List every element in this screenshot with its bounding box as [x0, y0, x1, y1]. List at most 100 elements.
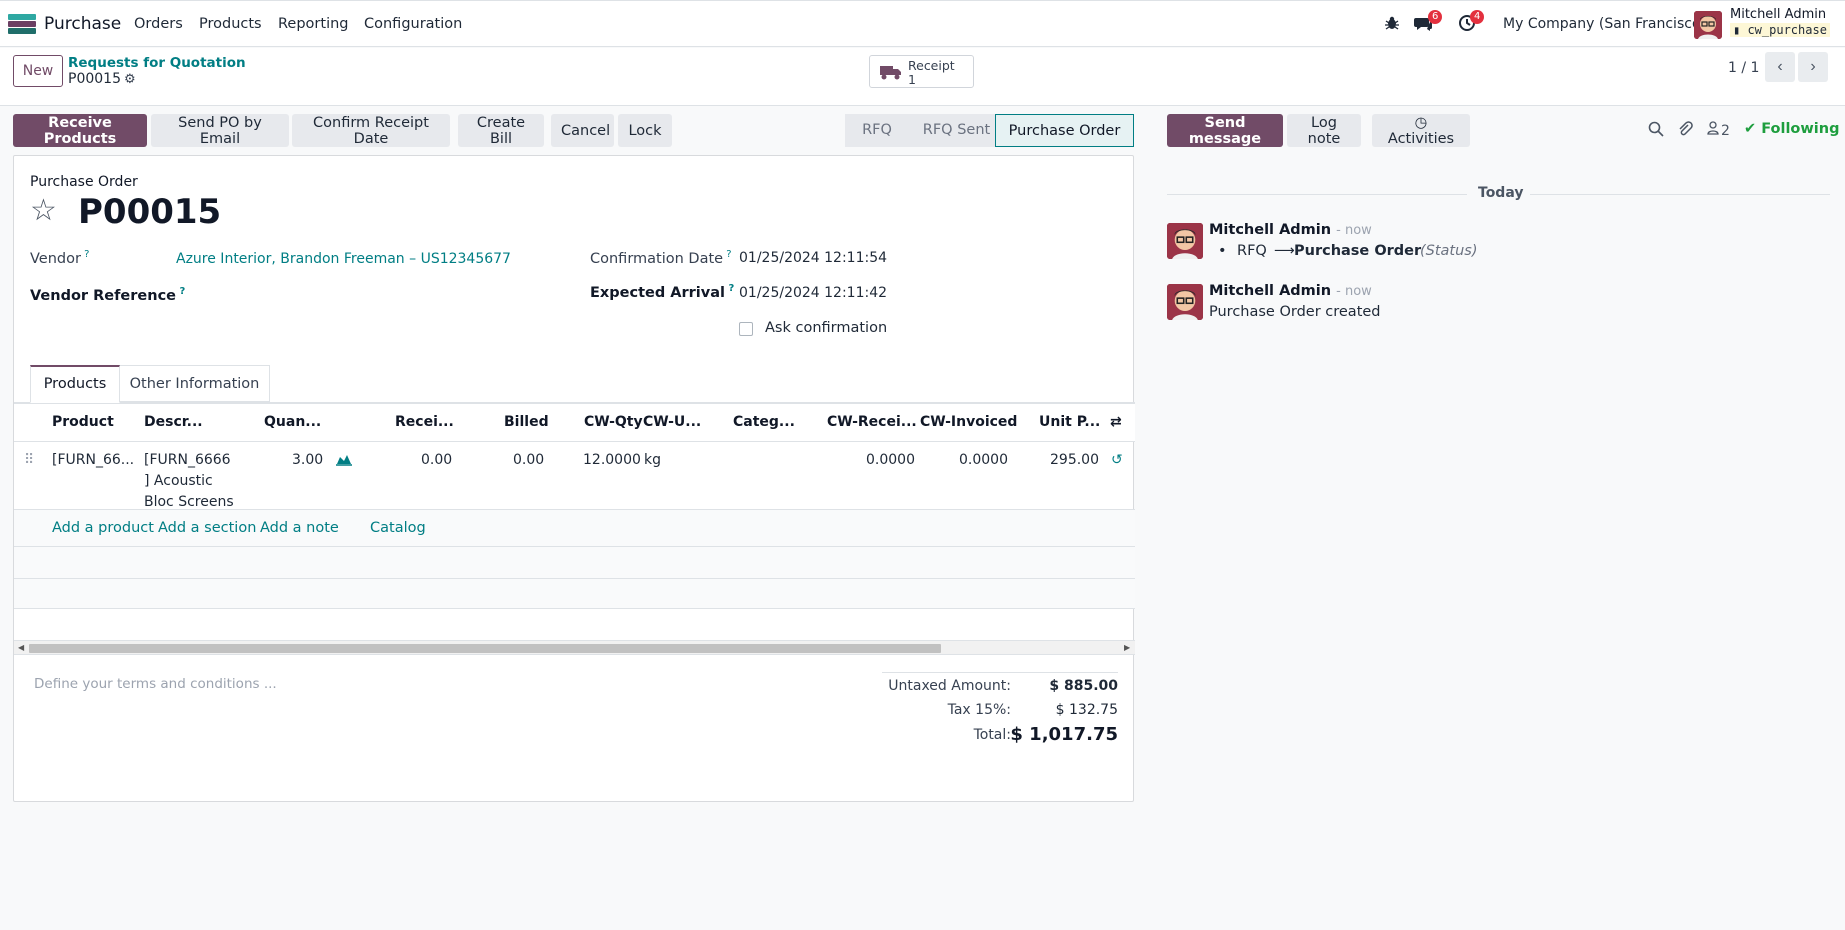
help-icon[interactable]: ? [176, 286, 185, 297]
cancel-button[interactable]: Cancel [551, 114, 614, 147]
tab-products[interactable]: Products [30, 365, 120, 403]
top-navbar: Purchase Orders Products Reporting Confi… [0, 0, 1845, 47]
cell-cw-qty[interactable]: 12.0000 [583, 452, 641, 468]
lock-button[interactable]: Lock [618, 114, 672, 147]
send-po-email-button[interactable]: Send PO by Email [151, 114, 289, 147]
col-product[interactable]: Product [52, 414, 114, 430]
terms-conditions-field[interactable]: Define your terms and conditions ... [34, 676, 277, 692]
cell-unit-price[interactable]: 295.00 [1050, 452, 1099, 468]
record-type-label: Purchase Order [30, 174, 138, 190]
stage-purchase-order[interactable]: Purchase Order [995, 114, 1134, 147]
col-cw-qty[interactable]: CW-Qty [584, 414, 643, 430]
col-description[interactable]: Descr... [144, 414, 203, 430]
pager-next-button[interactable]: › [1798, 52, 1828, 82]
optional-columns-icon[interactable]: ⇄ [1110, 414, 1122, 430]
log-note-button[interactable]: Log note [1287, 114, 1361, 147]
scroll-right-icon[interactable]: ▶ [1124, 643, 1130, 652]
empty-row [14, 547, 1135, 579]
stage-rfq[interactable]: RFQ [845, 114, 909, 147]
catalog-link[interactable]: Catalog [370, 520, 426, 536]
cell-description-line1[interactable]: [FURN_6666 [144, 452, 231, 468]
app-logo-icon[interactable] [8, 14, 36, 34]
menu-products[interactable]: Products [199, 16, 262, 32]
tax-label: Tax 15%: [947, 702, 1011, 718]
col-quantity[interactable]: Quan... [264, 414, 321, 430]
user-name[interactable]: Mitchell Admin [1730, 7, 1826, 22]
avatar[interactable] [1167, 223, 1203, 259]
tracking-old-value: RFQ [1237, 243, 1267, 259]
activities-clock-icon[interactable]: 4 [1458, 10, 1485, 36]
table-row[interactable]: ⠿ [FURN_66... [FURN_6666 ] Acoustic Bloc… [14, 442, 1135, 510]
pager-value[interactable]: 1 / 1 [1728, 60, 1759, 76]
debug-bug-icon[interactable] [1384, 15, 1400, 31]
control-panel: New Requests for Quotation P00015 ⚙ Rece… [0, 48, 1845, 106]
gear-icon[interactable]: ⚙ [124, 72, 136, 87]
scroll-left-icon[interactable]: ◀ [18, 643, 24, 652]
create-bill-button[interactable]: Create Bill [458, 114, 544, 147]
following-button[interactable]: ✔ Following [1744, 121, 1839, 137]
help-icon[interactable]: ? [725, 283, 734, 294]
star-icon[interactable]: ☆ [30, 196, 57, 226]
message-author[interactable]: Mitchell Admin - now [1209, 222, 1372, 238]
forecast-chart-icon[interactable] [336, 452, 352, 470]
cell-description-line2[interactable]: ] Acoustic [144, 473, 213, 489]
col-category[interactable]: Categ... [733, 414, 795, 430]
avatar[interactable] [1167, 284, 1203, 320]
company-switcher[interactable]: My Company (San Francisco) [1503, 16, 1706, 32]
col-received[interactable]: Recei... [395, 414, 454, 430]
cell-product[interactable]: [FURN_66... [52, 452, 134, 468]
breadcrumb-parent[interactable]: Requests for Quotation [68, 55, 246, 71]
receipt-smart-button[interactable]: Receipt 1 [869, 55, 974, 88]
help-icon[interactable]: ? [723, 249, 731, 260]
database-name: ▮ cw_purchase [1730, 23, 1830, 37]
app-name[interactable]: Purchase [44, 14, 121, 34]
menu-reporting[interactable]: Reporting [278, 16, 349, 32]
confirmation-date-field[interactable]: 01/25/2024 12:11:54 [739, 250, 887, 266]
add-line-row: Add a product Add a section Add a note C… [14, 510, 1135, 547]
cell-description-line3[interactable]: Bloc Screens [144, 494, 234, 510]
followers-button[interactable]: 2 [1707, 121, 1730, 139]
drag-handle-icon[interactable]: ⠿ [24, 452, 34, 468]
tracking-bullet: • [1218, 243, 1227, 259]
add-product-link[interactable]: Add a product [52, 520, 154, 536]
pager-previous-button[interactable]: ‹ [1765, 52, 1795, 82]
cell-cw-received[interactable]: 0.0000 [866, 452, 915, 468]
stage-rfq-sent[interactable]: RFQ Sent [909, 114, 1004, 147]
messages-icon[interactable]: 6 [1413, 10, 1443, 38]
cell-cw-uom[interactable]: kg [644, 452, 661, 468]
horizontal-scrollbar[interactable]: ◀ ▶ [14, 640, 1135, 655]
history-icon[interactable]: ↺ [1111, 452, 1123, 468]
menu-configuration[interactable]: Configuration [364, 16, 462, 32]
receive-products-button[interactable]: Receive Products [13, 114, 147, 147]
confirm-receipt-date-button[interactable]: Confirm Receipt Date [292, 114, 450, 147]
search-icon[interactable] [1648, 121, 1664, 141]
form-sheet: Purchase Order ☆ P00015 Vendor ? Azure I… [13, 155, 1135, 802]
message-author[interactable]: Mitchell Admin - now [1209, 283, 1372, 299]
add-section-link[interactable]: Add a section [158, 520, 256, 536]
user-avatar[interactable] [1694, 11, 1722, 39]
col-billed[interactable]: Billed [504, 414, 549, 430]
add-note-link[interactable]: Add a note [260, 520, 339, 536]
new-button[interactable]: New [13, 55, 63, 87]
paperclip-icon[interactable] [1677, 121, 1693, 141]
cell-billed[interactable]: 0.00 [513, 452, 544, 468]
date-separator-today: Today [1478, 185, 1524, 201]
col-unit-price[interactable]: Unit P... [1039, 414, 1100, 430]
ask-confirmation-checkbox[interactable] [739, 322, 753, 336]
menu-orders[interactable]: Orders [134, 16, 183, 32]
col-cw-received[interactable]: CW-Recei... [827, 414, 917, 430]
receipt-label: Receipt [908, 58, 955, 73]
cell-cw-invoiced[interactable]: 0.0000 [959, 452, 1008, 468]
scrollbar-thumb[interactable] [29, 644, 941, 653]
col-cw-uom[interactable]: CW-U... [643, 414, 701, 430]
ask-confirmation-label: Ask confirmation [765, 320, 888, 336]
send-message-button[interactable]: Send message [1167, 114, 1283, 147]
help-icon[interactable]: ? [81, 249, 89, 260]
vendor-field[interactable]: Azure Interior, Brandon Freeman – US1234… [176, 251, 511, 267]
cell-quantity[interactable]: 3.00 [292, 452, 323, 468]
activities-button[interactable]: ◷ Activities [1372, 114, 1470, 147]
expected-arrival-field[interactable]: 01/25/2024 12:11:42 [739, 285, 887, 301]
col-cw-invoiced[interactable]: CW-Invoiced [920, 414, 1017, 430]
cell-received[interactable]: 0.00 [421, 452, 452, 468]
tab-other-information[interactable]: Other Information [120, 365, 270, 402]
